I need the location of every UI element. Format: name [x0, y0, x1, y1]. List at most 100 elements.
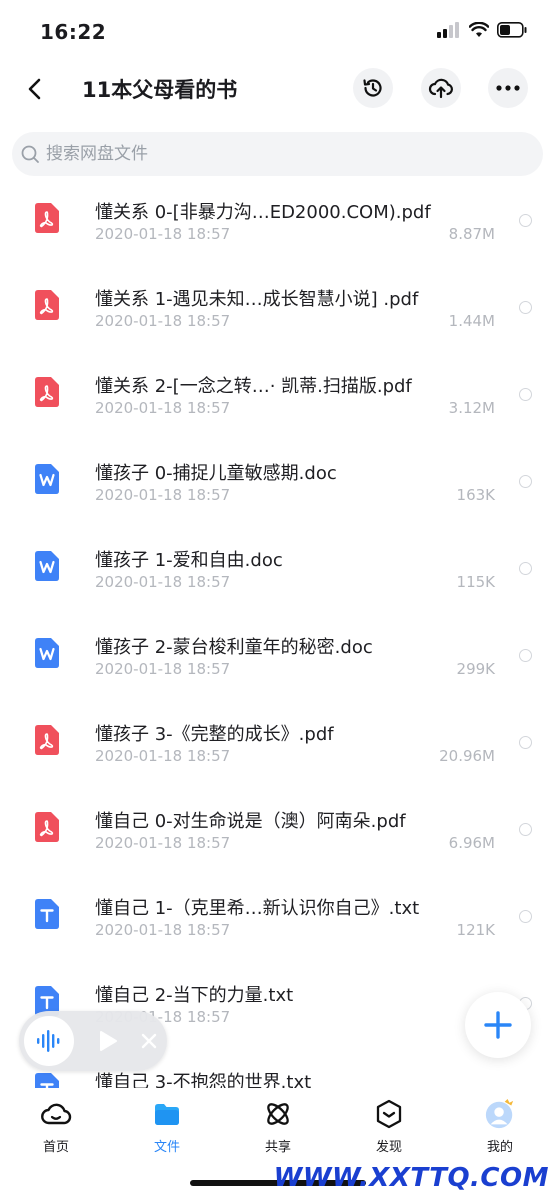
text-file-icon — [35, 1073, 59, 1088]
search-bar[interactable] — [12, 132, 543, 176]
file-select-radio[interactable] — [519, 649, 532, 662]
file-name: 懂自己 2-当下的力量.txt — [95, 985, 294, 1006]
close-player-button[interactable] — [137, 1029, 161, 1053]
battery-icon — [497, 22, 527, 38]
tab-share[interactable]: 共享 — [238, 1098, 318, 1164]
file-size: 115K — [456, 573, 495, 591]
play-icon — [100, 1031, 117, 1051]
file-name: 懂自己 1-（克里希…新认识你自己》.txt — [95, 898, 420, 919]
discover-box-icon — [373, 1098, 405, 1130]
file-name: 懂关系 0-[非暴力沟…ED2000.COM).pdf — [95, 202, 431, 223]
file-date: 2020-01-18 18:57 — [95, 225, 231, 243]
tab-mine-label: 我的 — [486, 1140, 513, 1155]
file-select-radio[interactable] — [519, 736, 532, 749]
file-size: 8.87M — [448, 225, 495, 243]
file-row[interactable]: 懂孩子 2-蒙台梭利童年的秘密.doc 2020-01-18 18:57 299K — [0, 615, 555, 702]
file-row[interactable]: 懂关系 1-遇见未知…成长智慧小说] .pdf 2020-01-18 18:57 1… — [0, 267, 555, 354]
pdf-file-icon — [35, 290, 59, 320]
file-row[interactable]: 懂孩子 3-《完整的成长》.pdf 2020-01-18 18:57 20.96M — [0, 702, 555, 789]
file-name: 懂关系 2-[一念之转…· 凯蒂.扫描版.pdf — [95, 376, 412, 397]
file-date: 2020-01-18 18:57 — [95, 399, 231, 417]
tab-share-label: 共享 — [264, 1140, 291, 1155]
file-row[interactable]: 懂关系 2-[一念之转…· 凯蒂.扫描版.pdf 2020-01-18 18:57… — [0, 354, 555, 441]
status-time: 16:22 — [40, 20, 107, 44]
file-select-radio[interactable] — [519, 475, 532, 488]
search-icon — [21, 145, 39, 163]
status-icons — [437, 22, 527, 38]
file-size: 20.96M — [439, 747, 495, 765]
file-date: 2020-01-18 18:57 — [95, 747, 231, 765]
tab-home-label: 首页 — [42, 1140, 69, 1155]
voice-player-widget[interactable] — [19, 1011, 167, 1071]
cloud-upload-icon — [428, 78, 453, 99]
back-button[interactable] — [18, 72, 52, 106]
file-name: 懂孩子 3-《完整的成长》.pdf — [95, 724, 334, 745]
watermark-text: WWW.XXTTQ.COM — [273, 1163, 549, 1193]
file-date: 2020-01-18 18:57 — [95, 660, 231, 678]
file-row[interactable]: 懂自己 0-对生命说是（澳）阿南朵.pdf 2020-01-18 18:57 6.9… — [0, 789, 555, 876]
play-button[interactable] — [95, 1028, 121, 1054]
file-select-radio[interactable] — [519, 823, 532, 836]
folder-icon — [151, 1098, 183, 1130]
cloud-home-icon — [40, 1098, 72, 1130]
file-date: 2020-01-18 18:57 — [95, 573, 231, 591]
tab-discover[interactable]: 发现 — [349, 1098, 429, 1164]
tab-home[interactable]: 首页 — [16, 1098, 96, 1164]
close-icon — [141, 1033, 157, 1049]
file-size: 6.96M — [448, 834, 495, 852]
header: 11本父母看的书 — [0, 64, 555, 116]
pdf-file-icon — [35, 725, 59, 755]
file-select-radio[interactable] — [519, 214, 532, 227]
file-name: 懂自己 3-不抱怨的世界.txt — [95, 1072, 312, 1088]
status-bar: 16:22 — [0, 0, 555, 64]
plus-icon — [484, 1011, 512, 1039]
chevron-left-icon — [28, 78, 41, 100]
file-name: 懂自己 0-对生命说是（澳）阿南朵.pdf — [95, 811, 406, 832]
file-size: 299K — [456, 660, 495, 678]
tab-discover-label: 发现 — [375, 1140, 402, 1155]
file-date: 2020-01-18 18:57 — [95, 921, 231, 939]
word-file-icon — [35, 638, 59, 668]
file-date: 2020-01-18 18:57 — [95, 834, 231, 852]
file-date: 2020-01-18 18:57 — [95, 312, 231, 330]
voice-wave-icon — [37, 1030, 60, 1052]
file-name: 懂关系 1-遇见未知…成长智慧小说] .pdf — [95, 289, 419, 310]
tab-files-label: 文件 — [153, 1140, 180, 1155]
text-file-icon — [35, 899, 59, 929]
file-name: 懂孩子 2-蒙台梭利童年的秘密.doc — [95, 637, 373, 658]
cloud-upload-button[interactable] — [421, 68, 461, 108]
file-size: 3.12M — [448, 399, 495, 417]
file-list: 懂关系 0-[非暴力沟…ED2000.COM).pdf 2020-01-18 18… — [0, 180, 555, 1088]
file-size: 121K — [456, 921, 495, 939]
pdf-file-icon — [35, 203, 59, 233]
file-select-radio[interactable] — [519, 562, 532, 575]
history-icon — [363, 79, 382, 97]
voice-button[interactable] — [24, 1016, 74, 1066]
pdf-file-icon — [35, 812, 59, 842]
file-row[interactable]: 懂关系 0-[非暴力沟…ED2000.COM).pdf 2020-01-18 18… — [0, 180, 555, 267]
wifi-icon — [469, 22, 489, 37]
file-select-radio[interactable] — [519, 301, 532, 314]
tab-mine[interactable]: 我的 — [460, 1098, 540, 1164]
word-file-icon — [35, 464, 59, 494]
add-button[interactable] — [465, 992, 531, 1058]
file-select-radio[interactable] — [519, 388, 532, 401]
file-size: 1.44M — [448, 312, 495, 330]
file-name: 懂孩子 0-捕捉儿童敏感期.doc — [95, 463, 337, 484]
file-date: 2020-01-18 18:57 — [95, 486, 231, 504]
pdf-file-icon — [35, 377, 59, 407]
file-size: 163K — [456, 486, 495, 504]
file-row[interactable]: 懂孩子 0-捕捉儿童敏感期.doc 2020-01-18 18:57 163K — [0, 441, 555, 528]
share-atom-icon — [262, 1098, 294, 1130]
file-row[interactable]: 懂孩子 1-爱和自由.doc 2020-01-18 18:57 115K — [0, 528, 555, 615]
file-select-radio[interactable] — [519, 910, 532, 923]
avatar-icon — [484, 1098, 516, 1130]
search-input[interactable] — [46, 144, 486, 164]
page-title: 11本父母看的书 — [82, 78, 238, 102]
signal-icon — [437, 22, 459, 38]
more-button[interactable] — [488, 68, 528, 108]
tab-files[interactable]: 文件 — [127, 1098, 207, 1164]
file-row[interactable]: 懂自己 1-（克里希…新认识你自己》.txt 2020-01-18 18:57 12… — [0, 876, 555, 963]
history-button[interactable] — [353, 68, 393, 108]
more-dots-icon — [496, 85, 520, 91]
